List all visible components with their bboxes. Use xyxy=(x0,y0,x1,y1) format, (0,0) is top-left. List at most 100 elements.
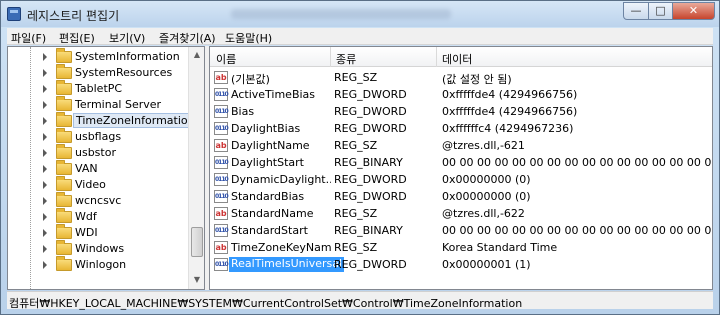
tree-item[interactable]: Winlogon xyxy=(8,256,188,273)
tree-item[interactable]: WDI xyxy=(8,224,188,241)
binary-value-icon: 0110 xyxy=(214,173,229,186)
value-data: 0x00000001 (1) xyxy=(442,258,531,271)
expand-arrow-icon[interactable] xyxy=(43,181,47,189)
menu-edit[interactable]: 편집(E) xyxy=(59,30,95,46)
tree-item-label: wcncsvc xyxy=(75,194,122,207)
menu-file[interactable]: 파일(F) xyxy=(11,30,46,46)
tree-item-label: Video xyxy=(75,178,106,191)
binary-value-icon: 0110 xyxy=(214,122,229,135)
binary-value-icon: 0110 xyxy=(214,190,229,203)
close-button[interactable]: ✕ xyxy=(672,2,715,20)
menu-favorites[interactable]: 즐겨찾기(A) xyxy=(159,30,216,46)
window-title: 레지스트리 편집기 xyxy=(27,9,120,23)
value-row[interactable]: 0110 DynamicDaylight... REG_DWORD 0x0000… xyxy=(210,171,712,188)
minimize-button[interactable]: — xyxy=(623,2,649,20)
tree-item-selected[interactable]: TimeZoneInformation xyxy=(8,112,198,129)
tree-vertical-scrollbar[interactable]: ▲ ▼ xyxy=(188,47,204,289)
tree-item[interactable]: SystemResources xyxy=(8,64,188,81)
value-type: REG_DWORD xyxy=(334,122,407,135)
value-row[interactable]: 0110 DaylightStart REG_BINARY 00 00 00 0… xyxy=(210,154,712,171)
expand-arrow-icon[interactable] xyxy=(43,101,47,109)
tree-item[interactable]: Wdf xyxy=(8,208,188,225)
value-name: TimeZoneKeyName xyxy=(231,241,331,254)
tree-item[interactable]: usbflags xyxy=(8,128,188,145)
expand-arrow-icon[interactable] xyxy=(43,165,47,173)
tree-item[interactable]: usbstor xyxy=(8,144,188,161)
folder-icon xyxy=(56,128,72,143)
value-name: RealTimeIsUniversal xyxy=(229,257,345,272)
tree-item-label: usbflags xyxy=(75,130,122,143)
tree-item[interactable]: Video xyxy=(8,176,188,193)
scroll-down-arrow-icon[interactable]: ▼ xyxy=(191,273,203,287)
value-row-selected[interactable]: 0110 RealTimeIsUniversal REG_DWORD 0x000… xyxy=(210,256,712,273)
column-divider[interactable] xyxy=(330,47,331,67)
blurred-title-region xyxy=(231,9,451,19)
expand-arrow-icon[interactable] xyxy=(43,133,47,141)
value-row[interactable]: ab (기본값) REG_SZ (값 설정 안 됨) xyxy=(210,69,712,86)
value-type: REG_BINARY xyxy=(334,224,403,237)
tree-item[interactable]: Windows xyxy=(8,240,188,257)
folder-icon xyxy=(56,64,72,79)
value-row[interactable]: 0110 ActiveTimeBias REG_DWORD 0xfffffde4… xyxy=(210,86,712,103)
binary-value-icon: 0110 xyxy=(214,156,229,169)
expand-arrow-icon[interactable] xyxy=(43,85,47,93)
tree-item[interactable]: SystemInformation xyxy=(8,48,188,65)
string-value-icon: ab xyxy=(214,241,228,254)
menu-view[interactable]: 보기(V) xyxy=(109,30,145,46)
column-header-name[interactable]: 이름 xyxy=(216,51,236,67)
folder-icon xyxy=(56,96,72,111)
value-row[interactable]: ab DaylightName REG_SZ @tzres.dll,-621 xyxy=(210,137,712,154)
column-divider[interactable] xyxy=(436,47,437,67)
folder-icon xyxy=(56,256,72,271)
scroll-up-arrow-icon[interactable]: ▲ xyxy=(191,48,203,62)
maximize-button[interactable]: □ xyxy=(648,2,673,20)
value-row[interactable]: ab StandardName REG_SZ @tzres.dll,-622 xyxy=(210,205,712,222)
value-data: 00 00 00 00 00 00 00 00 00 00 00 00 00 0… xyxy=(442,156,712,169)
expand-arrow-icon[interactable] xyxy=(43,53,47,61)
value-data: 0xffffffc4 (4294967236) xyxy=(442,122,574,135)
folder-icon xyxy=(56,240,72,255)
value-row[interactable]: 0110 StandardBias REG_DWORD 0x00000000 (… xyxy=(210,188,712,205)
registry-key-tree[interactable]: SystemInformation SystemResources Tablet… xyxy=(7,46,205,290)
value-type: REG_DWORD xyxy=(334,88,407,101)
tree-item-label: Wdf xyxy=(75,210,97,223)
tree-item-label: SystemInformation xyxy=(75,50,180,63)
tree-item[interactable]: Terminal Server xyxy=(8,96,188,113)
registry-path: 컴퓨터₩HKEY_LOCAL_MACHINE₩SYSTEM₩CurrentCon… xyxy=(9,297,523,310)
scroll-thumb[interactable] xyxy=(191,227,203,257)
status-bar: 컴퓨터₩HKEY_LOCAL_MACHINE₩SYSTEM₩CurrentCon… xyxy=(7,291,713,310)
value-name: DaylightStart xyxy=(231,156,304,169)
tree-item[interactable]: wcncsvc xyxy=(8,192,188,209)
expand-arrow-icon[interactable] xyxy=(43,117,47,125)
value-row[interactable]: 0110 Bias REG_DWORD 0xfffffde4 (42949667… xyxy=(210,103,712,120)
value-row[interactable]: 0110 StandardStart REG_BINARY 00 00 00 0… xyxy=(210,222,712,239)
folder-icon xyxy=(56,192,72,207)
expand-arrow-icon[interactable] xyxy=(43,229,47,237)
expand-arrow-icon[interactable] xyxy=(43,69,47,77)
folder-icon xyxy=(56,160,72,175)
expand-arrow-icon[interactable] xyxy=(43,245,47,253)
tree-item[interactable]: VAN xyxy=(8,160,188,177)
value-type: REG_SZ xyxy=(334,241,378,254)
column-header-data[interactable]: 데이터 xyxy=(442,51,472,67)
title-bar[interactable]: 레지스트리 편집기 — □ ✕ xyxy=(1,1,719,27)
value-name: StandardStart xyxy=(231,224,308,237)
expand-arrow-icon[interactable] xyxy=(43,149,47,157)
value-type: REG_BINARY xyxy=(334,156,403,169)
expand-arrow-icon[interactable] xyxy=(43,197,47,205)
expand-arrow-icon[interactable] xyxy=(43,261,47,269)
tree-item-label: TimeZoneInformation xyxy=(73,113,198,128)
registry-value-list[interactable]: 이름 종류 데이터 ab (기본값) REG_SZ (값 설정 안 됨) 011… xyxy=(209,46,713,290)
value-name: StandardName xyxy=(231,207,314,220)
client-area: SystemInformation SystemResources Tablet… xyxy=(7,46,713,290)
folder-icon xyxy=(56,208,72,223)
folder-icon xyxy=(56,80,72,95)
column-header-type[interactable]: 종류 xyxy=(336,51,356,67)
value-data: 0xfffffde4 (4294966756) xyxy=(442,88,578,101)
value-row[interactable]: 0110 DaylightBias REG_DWORD 0xffffffc4 (… xyxy=(210,120,712,137)
menu-help[interactable]: 도움말(H) xyxy=(225,30,272,46)
value-row[interactable]: ab TimeZoneKeyName REG_SZ Korea Standard… xyxy=(210,239,712,256)
expand-arrow-icon[interactable] xyxy=(43,213,47,221)
tree-item[interactable]: TabletPC xyxy=(8,80,188,97)
value-data: 00 00 00 00 00 00 00 00 00 00 00 00 00 0… xyxy=(442,224,712,237)
